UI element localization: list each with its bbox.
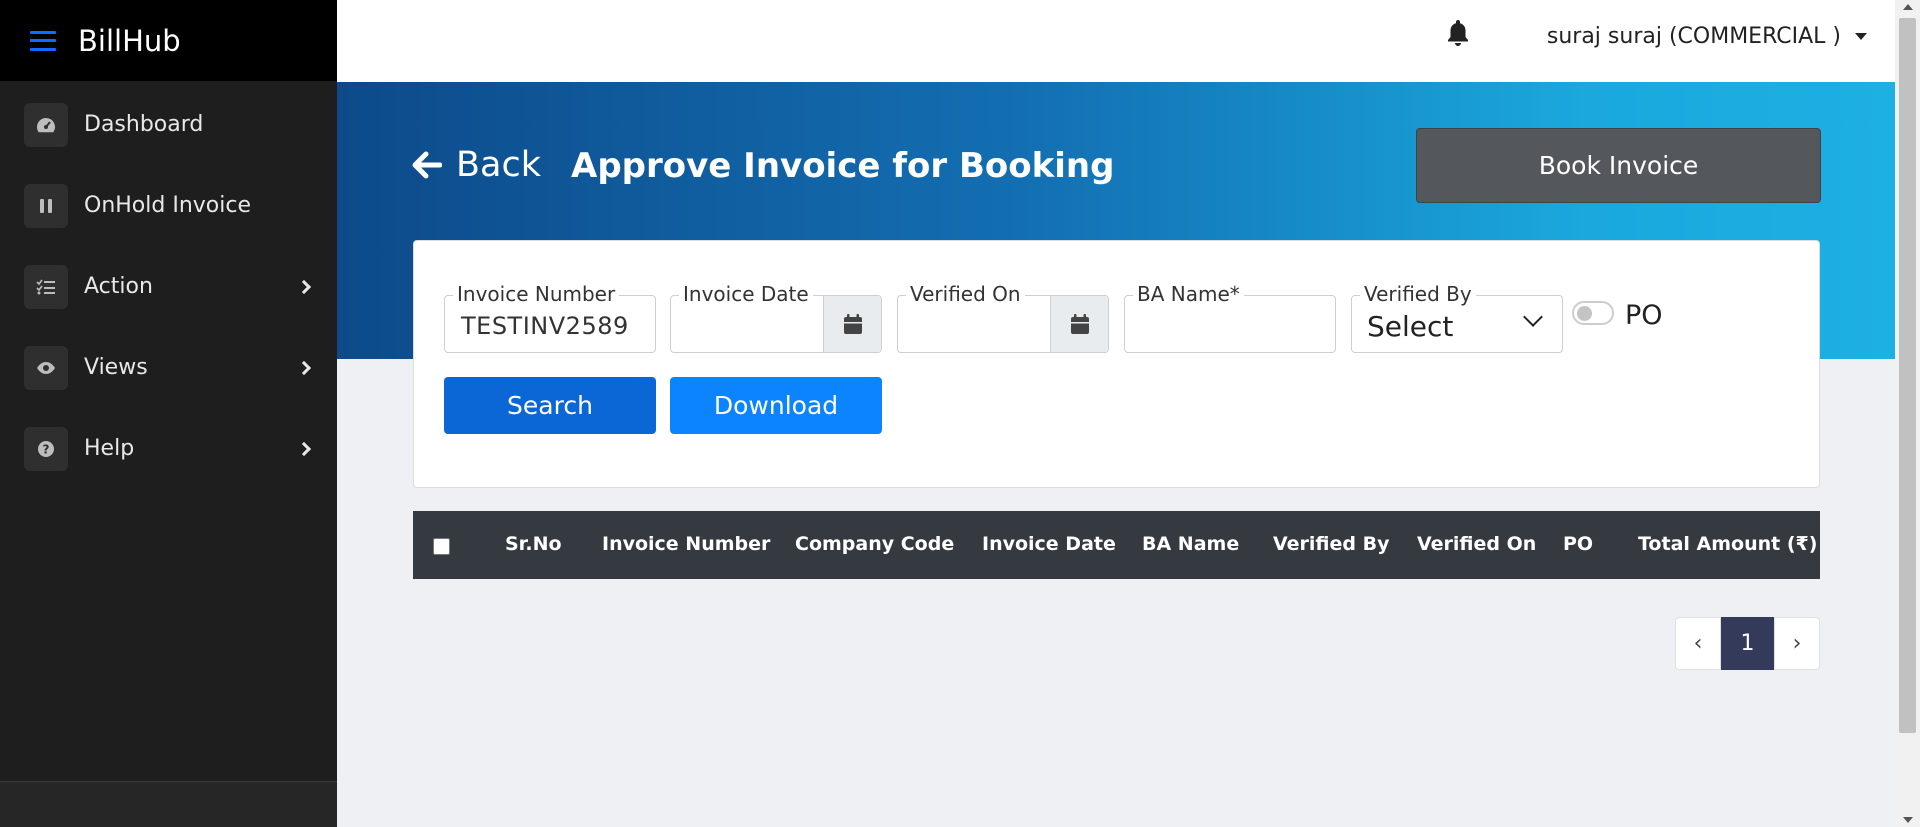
column-header-po[interactable]: PO [1563, 533, 1593, 555]
chevron-right-icon [296, 279, 312, 294]
download-button[interactable]: Download [670, 377, 882, 434]
book-invoice-button[interactable]: Book Invoice [1416, 128, 1821, 203]
brand-bar: BillHub [0, 0, 337, 81]
sidebar-item-label: Views [84, 355, 148, 380]
search-button[interactable]: Search [444, 377, 656, 434]
verified-on-field[interactable]: Verified On [897, 282, 1109, 353]
sidebar: BillHub Dashboard OnHold Invoice Action [0, 0, 337, 827]
checklist-icon [24, 264, 68, 309]
column-header-total-amount[interactable]: Total Amount (₹) [1638, 533, 1817, 555]
sidebar-nav: Dashboard OnHold Invoice Action Views ? [0, 81, 337, 489]
sidebar-item-label: OnHold Invoice [84, 193, 251, 218]
invoice-number-field[interactable]: Invoice Number TESTINV2589 [444, 282, 656, 353]
arrow-left-icon [412, 151, 442, 179]
column-header-verified-by[interactable]: Verified By [1273, 533, 1390, 555]
column-header-ba-name[interactable]: BA Name [1142, 533, 1239, 555]
pagination-next[interactable]: › [1774, 617, 1820, 670]
user-name: suraj suraj (COMMERCIAL ) [1546, 24, 1841, 49]
pagination-prev[interactable]: ‹ [1675, 617, 1721, 670]
column-header-verified-on[interactable]: Verified On [1417, 533, 1536, 555]
field-label: Verified By [1360, 282, 1476, 306]
sidebar-footer [0, 781, 337, 827]
field-label: Invoice Date [679, 282, 813, 306]
sidebar-item-views[interactable]: Views [0, 327, 337, 408]
pagination-page-current[interactable]: 1 [1721, 617, 1774, 670]
column-header-invoice-number[interactable]: Invoice Number [602, 533, 770, 555]
top-bar: suraj suraj (COMMERCIAL ) [337, 0, 1895, 82]
eye-icon [24, 345, 68, 390]
scroll-up-arrow-icon[interactable] [1903, 4, 1913, 10]
scroll-down-arrow-icon[interactable] [1903, 817, 1913, 823]
po-toggle-label: PO [1625, 300, 1663, 331]
page-title: Approve Invoice for Booking [571, 146, 1115, 186]
chevron-down-icon [1523, 307, 1543, 327]
hamburger-menu-icon[interactable] [30, 30, 56, 51]
sidebar-item-label: Help [84, 436, 135, 461]
column-header-company-code[interactable]: Company Code [795, 533, 954, 555]
invoice-date-field[interactable]: Invoice Date [670, 282, 882, 353]
invoice-number-value: TESTINV2589 [461, 312, 629, 340]
verified-by-selected: Select [1367, 310, 1454, 343]
sidebar-item-dashboard[interactable]: Dashboard [0, 84, 337, 165]
verified-by-select[interactable]: Verified By Select [1351, 282, 1563, 353]
chevron-right-icon [296, 441, 312, 456]
field-label: Verified On [906, 282, 1025, 306]
sidebar-item-label: Action [84, 274, 153, 299]
chevron-right-icon [296, 360, 312, 375]
sidebar-item-onhold-invoice[interactable]: OnHold Invoice [0, 165, 337, 246]
svg-text:?: ? [43, 442, 50, 456]
column-header-sr-no[interactable]: Sr.No [505, 533, 562, 555]
column-header-invoice-date[interactable]: Invoice Date [982, 533, 1116, 555]
calendar-icon[interactable] [1050, 296, 1108, 352]
pause-icon [24, 183, 68, 228]
toggle-knob [1577, 306, 1592, 321]
vertical-scrollbar[interactable] [1895, 0, 1920, 827]
question-icon: ? [24, 426, 68, 471]
back-link[interactable]: Back [412, 145, 541, 185]
scrollbar-thumb[interactable] [1899, 18, 1916, 733]
sidebar-item-help[interactable]: ? Help [0, 408, 337, 489]
user-menu[interactable]: suraj suraj (COMMERCIAL ) [1547, 24, 1867, 49]
app-name: BillHub [78, 23, 181, 58]
calendar-icon[interactable] [823, 296, 881, 352]
filter-card: Invoice Number TESTINV2589 Invoice Date … [413, 240, 1820, 488]
field-label: BA Name* [1133, 282, 1244, 306]
gauge-icon [24, 102, 68, 147]
sidebar-item-label: Dashboard [84, 112, 204, 137]
field-label: Invoice Number [453, 282, 620, 306]
bell-icon[interactable] [1445, 18, 1471, 52]
select-all-checkbox[interactable] [433, 538, 450, 555]
pagination: ‹ 1 › [1675, 617, 1820, 670]
sidebar-item-action[interactable]: Action [0, 246, 337, 327]
back-label: Back [456, 145, 541, 185]
po-toggle[interactable] [1572, 301, 1614, 325]
caret-down-icon [1855, 33, 1867, 40]
ba-name-field[interactable]: BA Name* [1124, 282, 1336, 353]
invoice-table-header: Sr.No Invoice Number Company Code Invoic… [413, 511, 1820, 579]
